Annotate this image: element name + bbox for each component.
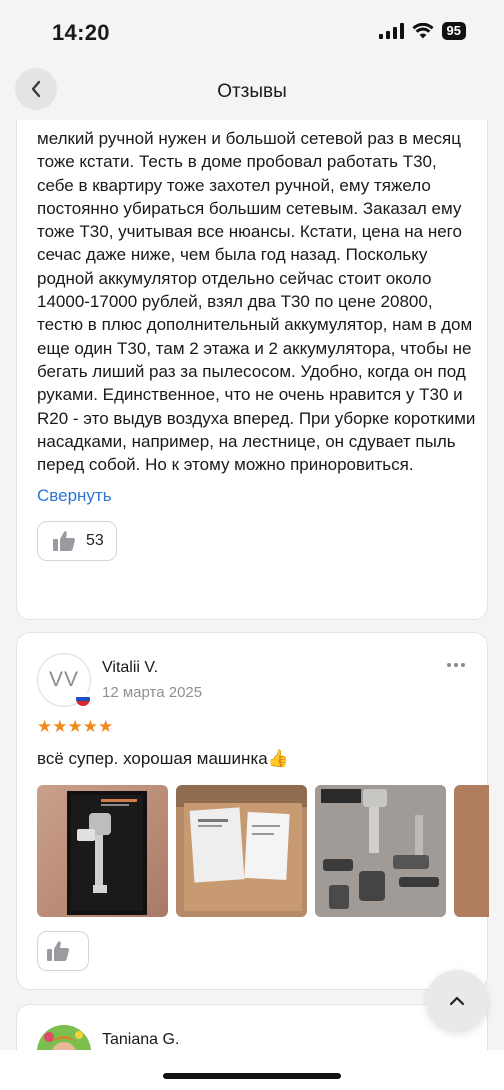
status-bar: 14:20 95 [0,0,504,62]
thumbs-up-icon [47,941,69,961]
wifi-icon [411,23,434,39]
collapse-link[interactable]: Свернуть [37,486,112,506]
review-text: мелкий ручной нужен и большой сетевой ра… [37,129,476,475]
author-name: Vitalii V. [102,659,159,676]
like-button[interactable] [37,931,89,971]
photo-gallery[interactable] [37,785,489,917]
review-photo[interactable] [315,785,446,917]
author-name: Taniana G. [102,1031,180,1048]
scroll-to-top-button[interactable] [426,970,488,1032]
russia-flag-icon [75,691,91,707]
more-options-icon[interactable] [447,663,465,667]
like-count: 53 [86,532,104,549]
vacuum-box-image [67,791,147,915]
review-date: 12 марта 2025 [102,684,203,701]
review-photo[interactable] [176,785,307,917]
page-title: Отзывы [217,81,287,102]
star-rating: ★★★★★ [37,717,114,736]
cellular-signal-icon [378,23,404,39]
status-time: 14:20 [52,20,110,45]
vacuum-parts-image [315,785,446,917]
nav-header: Отзывы [0,62,504,120]
thumbs-up-icon [53,531,75,551]
home-indicator[interactable] [163,1073,341,1079]
home-bar [0,1050,504,1090]
review-photo[interactable] [454,785,489,917]
reviews-list[interactable]: мелкий ручной нужен и большой сетевой ра… [0,120,504,1090]
manual-booklet-image [176,785,307,911]
review-card: VV Vitalii V. 12 марта 2025 ★★★★★ всё су… [16,632,489,990]
review-photo[interactable] [37,785,168,917]
chevron-up-icon [449,996,465,1006]
like-button[interactable]: 53 [37,521,117,561]
review-card: мелкий ручной нужен и большой сетевой ра… [16,120,488,620]
review-text: всё супер. хорошая машинка👍 [37,749,289,768]
battery-indicator: 95 [441,22,466,40]
status-icons: 95 [378,22,466,40]
